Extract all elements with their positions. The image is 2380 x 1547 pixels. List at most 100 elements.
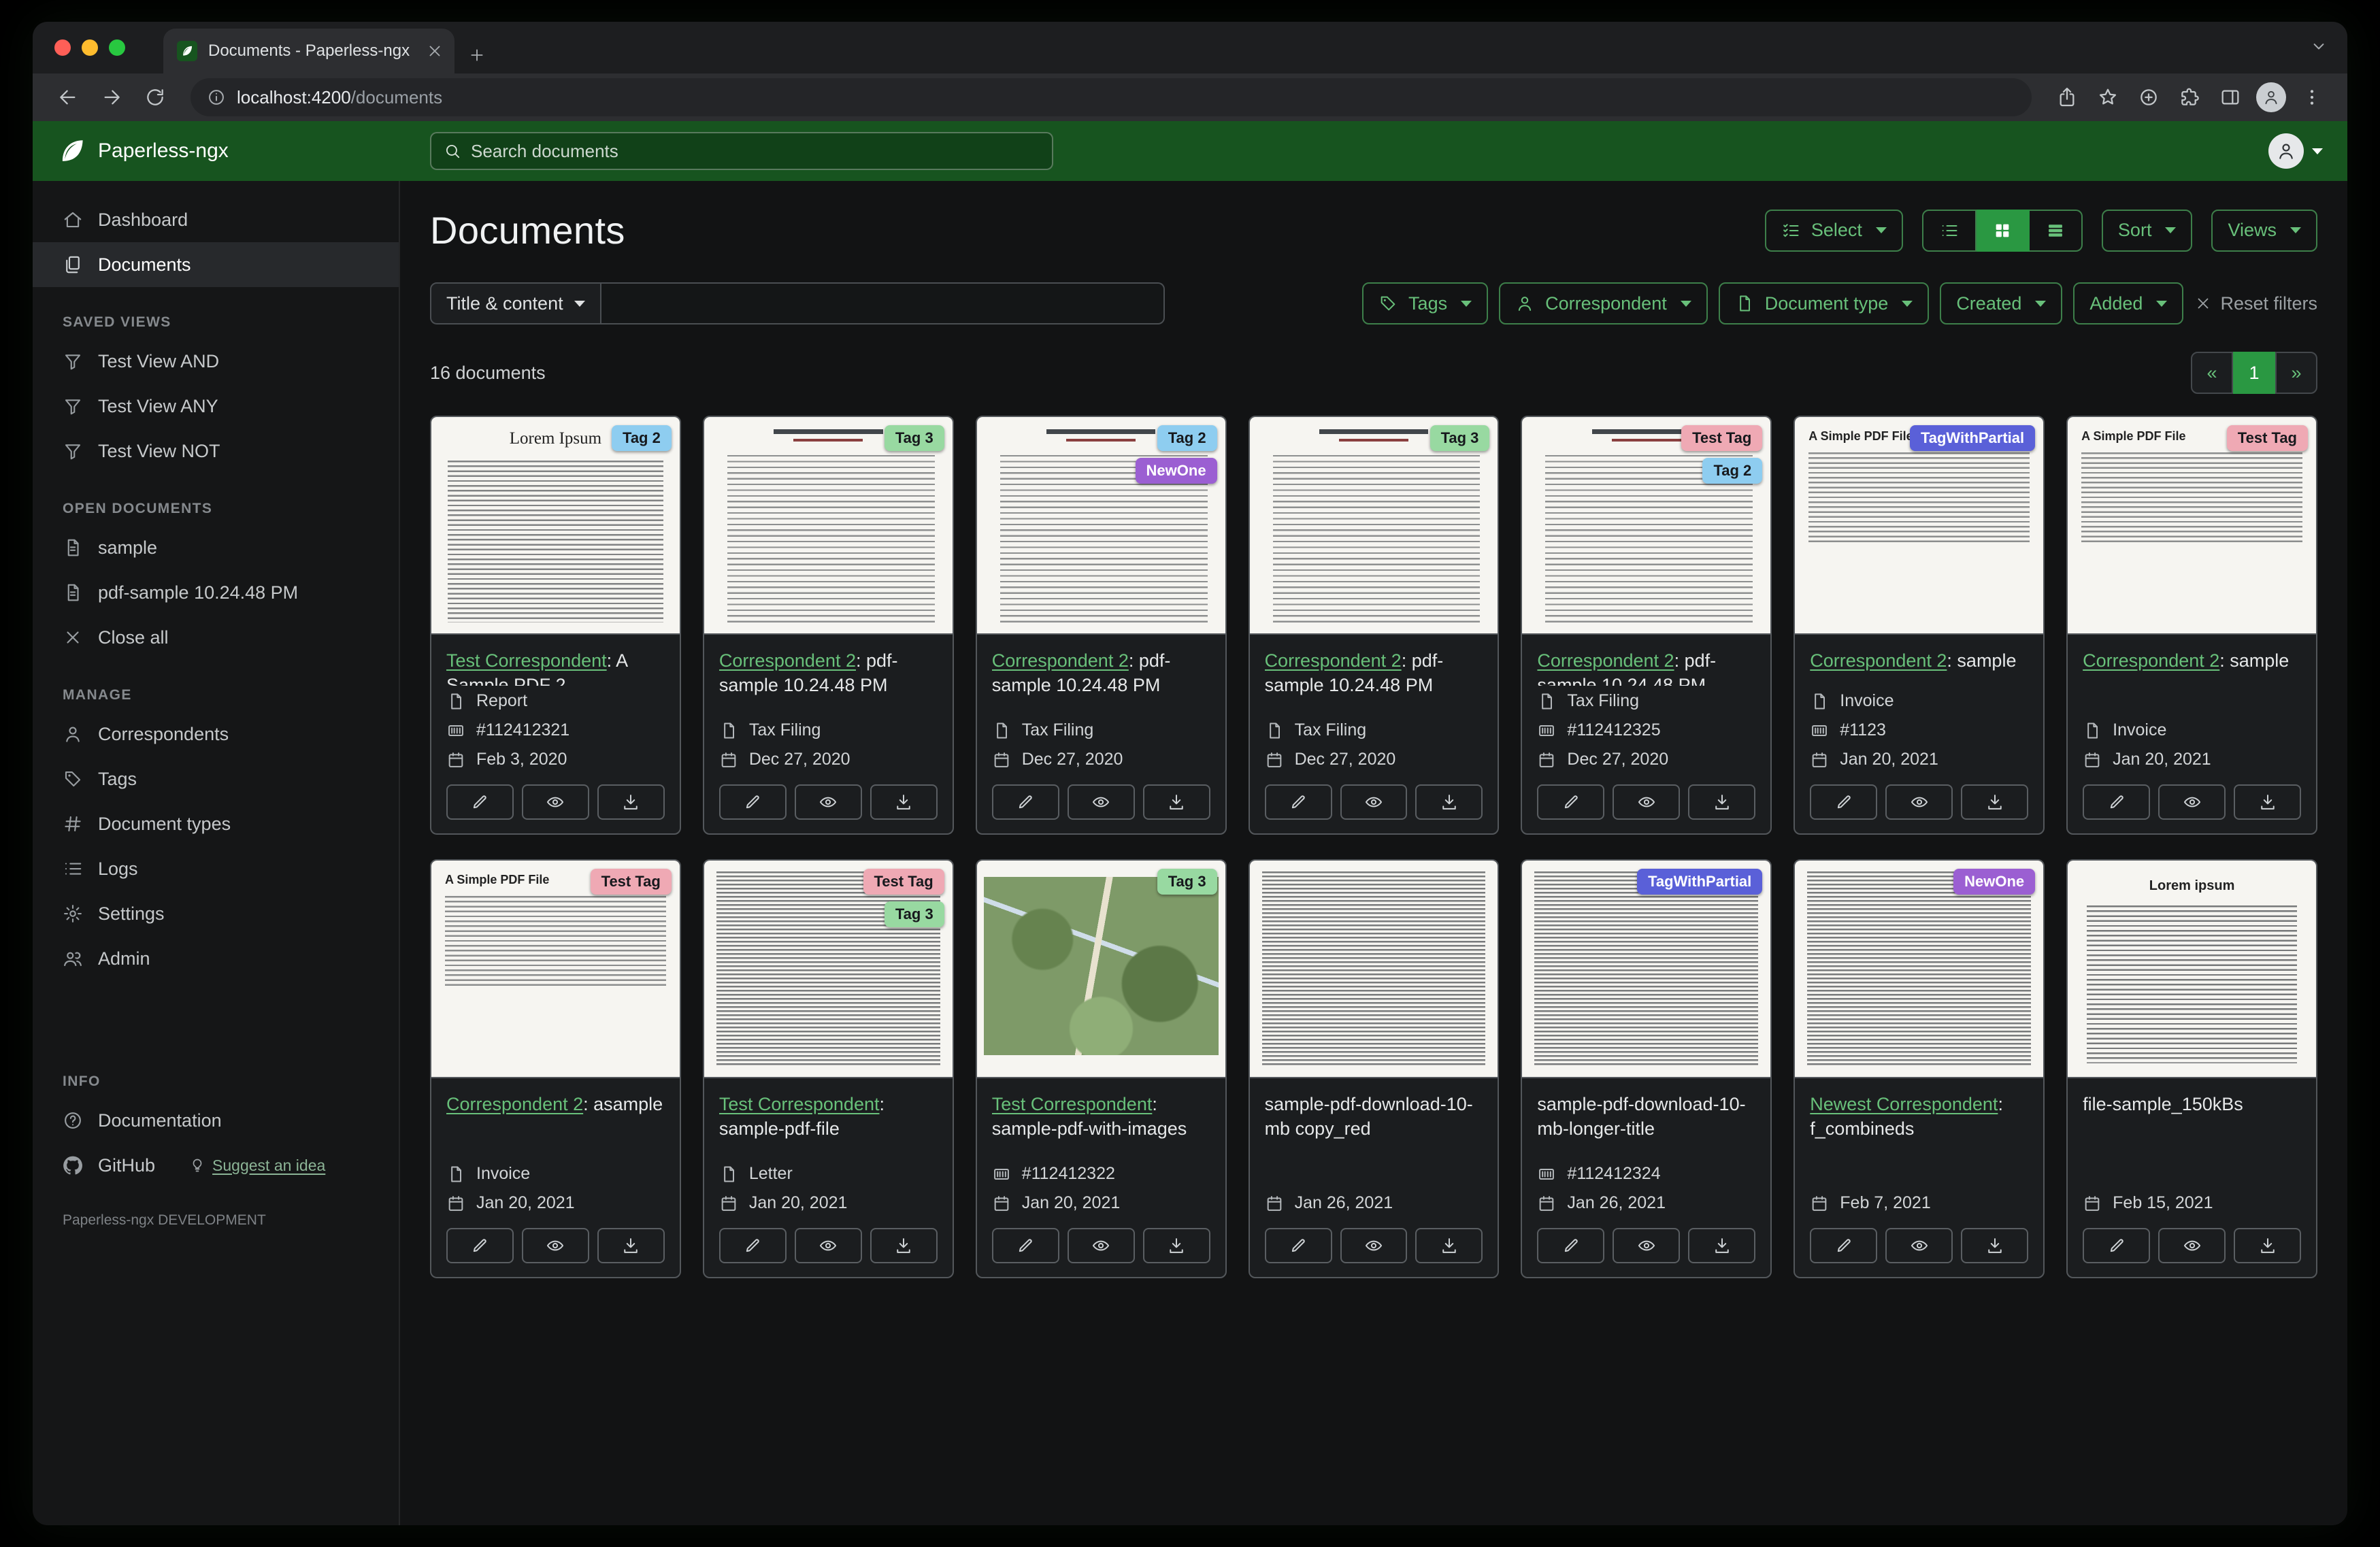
suggest-idea-link[interactable]: Suggest an idea [189, 1157, 325, 1175]
sidebar-item-close-all[interactable]: Close all [33, 615, 399, 660]
download-button[interactable] [870, 1228, 938, 1263]
site-info-icon[interactable] [207, 88, 226, 107]
correspondent-link[interactable]: Correspondent 2 [2083, 650, 2219, 671]
tag-badge[interactable]: Tag 2 [1702, 458, 1763, 484]
sidebar-item-saved-view-and[interactable]: Test View AND [33, 339, 399, 384]
reset-filters-button[interactable]: Reset filters [2194, 293, 2317, 314]
correspondent-link[interactable]: Correspondent 2 [992, 650, 1129, 671]
document-thumbnail[interactable] [1249, 861, 1498, 1078]
document-thumbnail[interactable]: Test Tag Tag 2 [1522, 417, 1771, 635]
new-tab-button[interactable] [468, 46, 486, 64]
document-thumbnail[interactable]: Test Tag Tag 3 [704, 861, 953, 1078]
download-button[interactable] [2234, 1228, 2301, 1263]
user-menu[interactable] [2268, 133, 2323, 169]
correspondent-link[interactable]: Test Correspondent [446, 650, 607, 671]
extension-icon[interactable] [2130, 78, 2168, 116]
download-button[interactable] [1415, 1228, 1483, 1263]
edit-button[interactable] [446, 784, 514, 820]
view-button[interactable] [1613, 784, 1681, 820]
tag-badge[interactable]: Test Tag [590, 869, 672, 895]
reload-button[interactable] [136, 78, 174, 116]
tag-badge[interactable]: TagWithPartial [1909, 425, 2036, 451]
download-button[interactable] [1415, 784, 1483, 820]
sidebar-item-correspondents[interactable]: Correspondents [33, 712, 399, 756]
sidebar-item-documentation[interactable]: Documentation [33, 1098, 399, 1143]
sidebar-item-open-doc-sample[interactable]: sample [33, 525, 399, 570]
edit-button[interactable] [446, 1228, 514, 1263]
download-button[interactable] [597, 784, 665, 820]
correspondent-link[interactable]: Correspondent 2 [719, 650, 856, 671]
correspondent-link[interactable]: Correspondent 2 [1810, 650, 1947, 671]
edit-button[interactable] [1810, 1228, 1878, 1263]
document-thumbnail[interactable]: Tag 3 [976, 861, 1225, 1078]
tag-badge[interactable]: NewOne [1135, 458, 1217, 484]
edit-button[interactable] [1810, 784, 1878, 820]
tab-close-icon[interactable] [426, 42, 444, 60]
download-button[interactable] [1688, 1228, 1756, 1263]
forward-button[interactable] [93, 78, 131, 116]
document-thumbnail[interactable]: Lorem Ipsum Tag 2 [431, 417, 680, 635]
tag-badge[interactable]: Test Tag [863, 869, 944, 895]
download-button[interactable] [1142, 1228, 1210, 1263]
select-button[interactable]: Select [1764, 209, 1903, 252]
correspondent-link[interactable]: Newest Correspondent [1810, 1094, 1998, 1114]
tag-badge[interactable]: Tag 3 [884, 425, 944, 451]
view-button[interactable] [1885, 1228, 1953, 1263]
correspondent-link[interactable]: Correspondent 2 [1537, 650, 1674, 671]
correspondent-link[interactable]: Test Correspondent [992, 1094, 1153, 1114]
tag-badge[interactable]: Tag 3 [884, 901, 944, 927]
document-thumbnail[interactable]: Lorem ipsum [2068, 861, 2316, 1078]
tag-badge[interactable]: Test Tag [2226, 425, 2308, 451]
download-button[interactable] [597, 1228, 665, 1263]
view-button[interactable] [521, 1228, 589, 1263]
edit-button[interactable] [1264, 784, 1332, 820]
document-thumbnail[interactable]: Tag 3 [704, 417, 953, 635]
tag-badge[interactable]: NewOne [1953, 869, 2036, 895]
tag-badge[interactable]: Tag 2 [1157, 425, 1217, 451]
view-grid-button[interactable] [1976, 209, 2030, 252]
download-button[interactable] [1961, 1228, 2029, 1263]
view-button[interactable] [1340, 784, 1408, 820]
sidebar-item-dashboard[interactable]: Dashboard [33, 197, 399, 242]
sidebar-item-admin[interactable]: Admin [33, 936, 399, 981]
document-thumbnail[interactable]: A Simple PDF File Test Tag [2068, 417, 2316, 635]
pagination-prev-button[interactable]: « [2191, 352, 2233, 394]
tag-badge[interactable]: Tag 3 [1429, 425, 1490, 451]
sort-button[interactable]: Sort [2101, 209, 2193, 252]
close-window-button[interactable] [54, 39, 71, 56]
sidebar-item-logs[interactable]: Logs [33, 846, 399, 891]
created-filter-button[interactable]: Created [1940, 282, 2063, 325]
added-filter-button[interactable]: Added [2073, 282, 2184, 325]
download-button[interactable] [1688, 784, 1756, 820]
view-button[interactable] [794, 1228, 862, 1263]
side-panel-icon[interactable] [2211, 78, 2249, 116]
download-button[interactable] [1142, 784, 1210, 820]
view-button[interactable] [794, 784, 862, 820]
edit-button[interactable] [991, 784, 1059, 820]
view-button[interactable] [1885, 784, 1953, 820]
sidebar-item-open-doc-pdf-sample[interactable]: pdf-sample 10.24.48 PM [33, 570, 399, 615]
edit-button[interactable] [1264, 1228, 1332, 1263]
edit-button[interactable] [1537, 784, 1605, 820]
views-button[interactable]: Views [2211, 209, 2317, 252]
tags-filter-button[interactable]: Tags [1362, 282, 1489, 325]
sidebar-item-saved-view-not[interactable]: Test View NOT [33, 429, 399, 473]
correspondent-link[interactable]: Correspondent 2 [1265, 650, 1402, 671]
edit-button[interactable] [1537, 1228, 1605, 1263]
edit-button[interactable] [718, 784, 787, 820]
minimize-window-button[interactable] [82, 39, 98, 56]
document-thumbnail[interactable]: Tag 2 NewOne [976, 417, 1225, 635]
document-thumbnail[interactable]: Tag 3 [1249, 417, 1498, 635]
filter-text-input[interactable] [601, 282, 1165, 325]
sidebar-item-documents[interactable]: Documents [33, 242, 399, 287]
view-button[interactable] [2158, 784, 2226, 820]
pagination-page-1-button[interactable]: 1 [2233, 352, 2275, 394]
view-details-button[interactable] [2029, 209, 2083, 252]
view-button[interactable] [521, 784, 589, 820]
sidebar-item-github[interactable]: GitHub [63, 1143, 155, 1188]
tag-badge[interactable]: Tag 3 [1157, 869, 1217, 895]
document-type-filter-button[interactable]: Document type [1718, 282, 1930, 325]
bookmark-star-icon[interactable] [2089, 78, 2127, 116]
app-brand[interactable]: Paperless-ngx [57, 137, 229, 165]
tag-badge[interactable]: Test Tag [1681, 425, 1763, 451]
